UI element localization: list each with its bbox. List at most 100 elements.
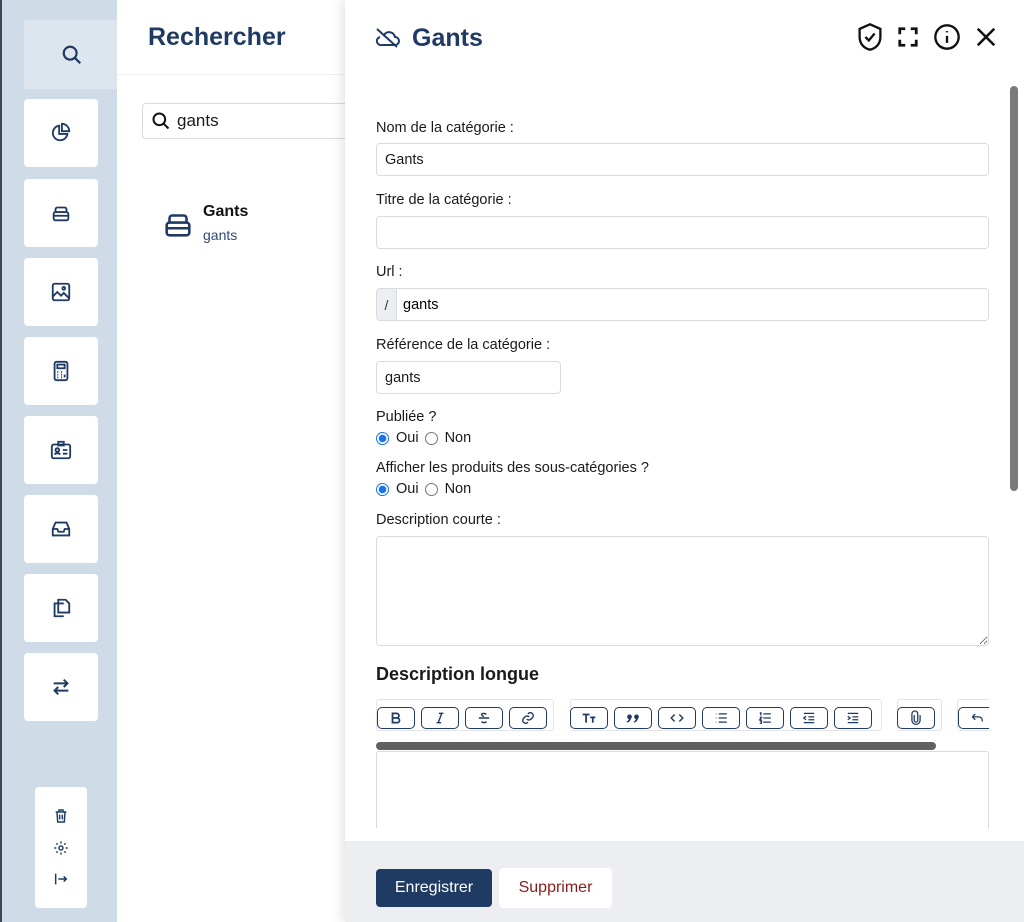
panel-vertical-scrollbar[interactable] xyxy=(1010,86,1018,491)
link-button[interactable] xyxy=(509,707,547,729)
outdent-icon xyxy=(802,712,815,724)
published-label: Publiée ? xyxy=(376,409,437,425)
subcategories-no-radio[interactable] xyxy=(424,482,438,496)
strikethrough-icon xyxy=(478,712,490,724)
numbered-list-icon xyxy=(758,711,771,724)
rail-categories-button[interactable] xyxy=(24,179,98,247)
editor-toolbar xyxy=(376,699,989,733)
rail-bottom-tools xyxy=(35,787,87,908)
info-icon xyxy=(934,24,960,50)
image-icon xyxy=(51,282,71,302)
panel-footer: Enregistrer Supprimer xyxy=(345,841,1024,922)
numbered-list-button[interactable] xyxy=(746,707,784,729)
quote-button[interactable] xyxy=(614,707,652,729)
text-size-icon xyxy=(582,713,596,723)
search-result-item[interactable]: Gants gants xyxy=(161,203,248,243)
search-input[interactable] xyxy=(177,111,327,131)
undo-button[interactable] xyxy=(958,707,989,729)
long-description-editor[interactable] xyxy=(376,751,989,828)
search-icon xyxy=(152,112,170,130)
strikethrough-button[interactable] xyxy=(465,707,503,729)
sidebar-rail xyxy=(0,0,119,922)
published-no-label: Non xyxy=(444,430,472,446)
info-button[interactable] xyxy=(932,22,962,52)
result-subtitle: gants xyxy=(203,227,238,243)
italic-button[interactable] xyxy=(421,707,459,729)
rail-documents-button[interactable] xyxy=(24,574,98,642)
long-description-heading: Description longue xyxy=(376,664,540,684)
bullet-list-icon xyxy=(715,713,727,723)
italic-icon xyxy=(436,712,444,724)
quote-icon xyxy=(626,714,639,723)
rail-transfer-button[interactable] xyxy=(24,653,98,721)
panel-header: Gants xyxy=(345,0,1024,75)
indent-button[interactable] xyxy=(834,707,872,729)
name-label: Nom de la catégorie : xyxy=(376,120,514,136)
published-radio-group: Oui Non xyxy=(376,430,471,446)
published-no-radio[interactable] xyxy=(424,431,438,445)
subcategories-yes-label: Oui xyxy=(396,481,419,497)
rail-contacts-button[interactable] xyxy=(24,416,98,484)
toolbar-horizontal-scrollbar[interactable] xyxy=(376,742,936,750)
short-description-label: Description courte : xyxy=(376,512,501,528)
published-yes-radio[interactable] xyxy=(376,431,389,445)
outdent-button[interactable] xyxy=(790,707,828,729)
close-button[interactable] xyxy=(971,22,1001,52)
bold-button[interactable] xyxy=(377,707,415,729)
reference-field[interactable] xyxy=(376,361,561,394)
category-edit-panel: Gants Nom de la catégorie : Titre de la … xyxy=(345,0,1024,922)
published-yes-label: Oui xyxy=(396,430,419,446)
search-title: Rechercher xyxy=(148,23,286,51)
bold-icon xyxy=(391,712,401,724)
rail-images-button[interactable] xyxy=(24,258,98,326)
reference-label: Référence de la catégorie : xyxy=(376,337,551,353)
gear-icon[interactable] xyxy=(53,840,69,856)
subcategories-label: Afficher les produits des sous-catégorie… xyxy=(376,460,649,476)
logout-icon[interactable] xyxy=(53,871,69,887)
link-icon xyxy=(522,712,534,724)
id-card-icon xyxy=(50,440,72,460)
paperclip-icon xyxy=(911,710,921,726)
title-field[interactable] xyxy=(376,216,989,249)
calculator-icon xyxy=(53,360,69,382)
indent-icon xyxy=(847,712,859,724)
rail-dashboard-button[interactable] xyxy=(24,99,98,167)
subcategories-no-label: Non xyxy=(444,481,472,497)
bullet-list-button[interactable] xyxy=(702,707,740,729)
close-icon xyxy=(976,27,996,47)
attach-button[interactable] xyxy=(897,707,935,729)
delete-button[interactable]: Supprimer xyxy=(499,868,612,908)
subcategories-yes-radio[interactable] xyxy=(376,482,389,496)
expand-icon xyxy=(898,27,918,47)
swap-arrows-icon xyxy=(53,678,69,696)
url-label: Url : xyxy=(376,264,403,280)
panel-title: Gants xyxy=(412,24,483,52)
rail-calculator-button[interactable] xyxy=(24,337,98,405)
code-icon xyxy=(670,714,684,722)
pie-chart-icon xyxy=(51,122,71,142)
title-label: Titre de la catégorie : xyxy=(376,192,512,208)
search-column: Rechercher Gants gants xyxy=(117,0,372,922)
url-field-group: / xyxy=(376,288,989,321)
undo-icon xyxy=(971,713,983,722)
fullscreen-button[interactable] xyxy=(893,22,923,52)
subcategories-radio-group: Oui Non xyxy=(376,481,471,497)
url-field[interactable] xyxy=(397,289,988,320)
category-form: Nom de la catégorie : Titre de la catégo… xyxy=(376,75,990,828)
result-title: Gants xyxy=(203,203,249,220)
url-prefix: / xyxy=(377,289,397,320)
shield-check-icon xyxy=(858,23,882,51)
cloud-off-icon xyxy=(375,28,400,48)
rail-search-button[interactable] xyxy=(24,20,119,89)
shield-button[interactable] xyxy=(855,22,885,52)
name-field[interactable] xyxy=(376,143,989,176)
short-description-field[interactable] xyxy=(376,536,989,646)
trash-icon[interactable] xyxy=(53,808,69,824)
stack-icon xyxy=(165,214,191,237)
heading-button[interactable] xyxy=(570,707,608,729)
rail-inbox-button[interactable] xyxy=(24,495,98,563)
search-box[interactable] xyxy=(142,103,372,139)
save-button[interactable]: Enregistrer xyxy=(376,869,492,907)
stack-icon xyxy=(52,206,70,222)
code-button[interactable] xyxy=(658,707,696,729)
